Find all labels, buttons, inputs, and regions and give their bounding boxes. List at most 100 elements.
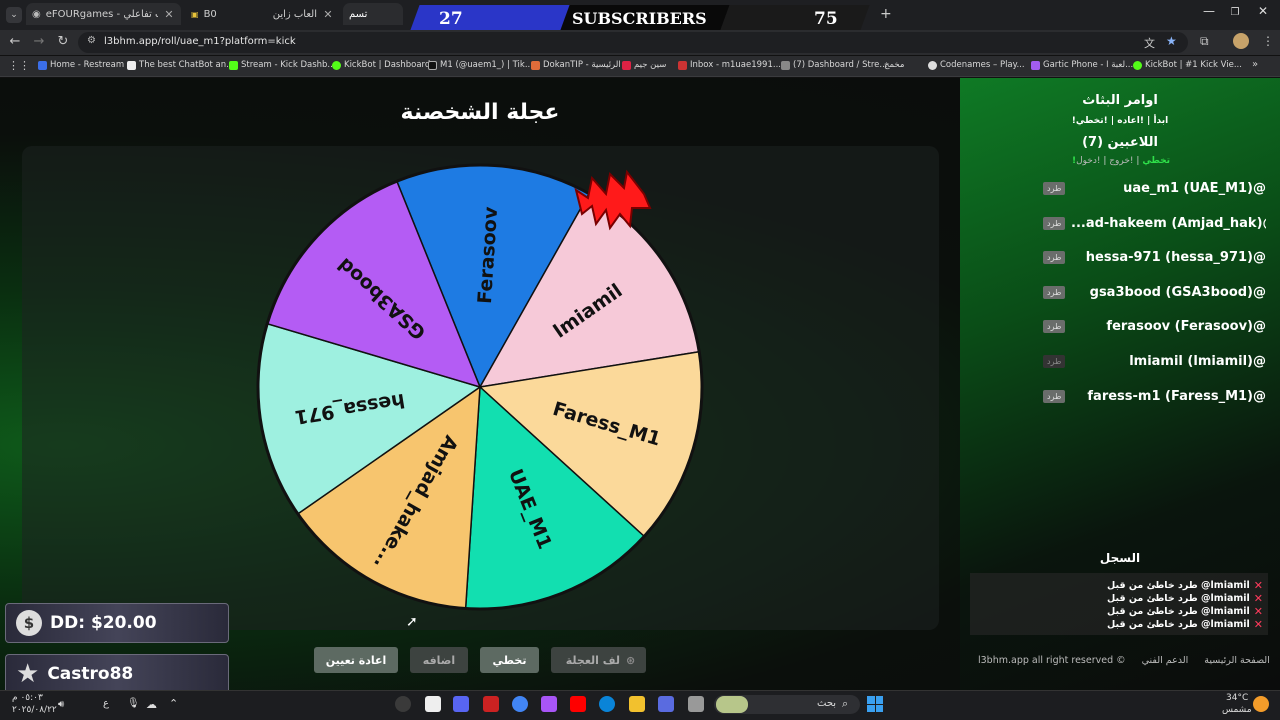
language-indicator[interactable]: ع (103, 698, 109, 709)
bookmark-seen-jeem[interactable]: سين جيم (622, 60, 666, 70)
chrome-icon[interactable] (512, 696, 528, 712)
top-supporter-card: ★ Castro88 (5, 654, 229, 694)
back-icon[interactable]: ← (6, 34, 24, 49)
task-view-icon[interactable] (688, 696, 704, 712)
kick-button[interactable]: طرد (1043, 389, 1066, 403)
money-bag-icon: $ (16, 610, 42, 636)
url-text[interactable]: l3bhm.app/roll/uae_m1?platform=kick (104, 36, 296, 47)
kick-button[interactable]: طرد (1043, 250, 1066, 264)
donation-card: $ DD: $20.00 (5, 603, 229, 643)
bookmark-kickbot-viewers[interactable]: KickBot | #1 Kick Vie... (1133, 60, 1242, 70)
kick-button[interactable]: طرد (1043, 181, 1066, 195)
discord-icon[interactable] (453, 696, 469, 712)
volume-icon[interactable]: 🔊︎ (58, 699, 64, 710)
store-icon[interactable] (658, 696, 674, 712)
bookmark-star-icon[interactable]: ★ (1166, 34, 1177, 48)
tab-active[interactable]: تسم (343, 3, 403, 25)
player-row: طرد uae_m1 (UAE_M1)@ (1043, 179, 1266, 197)
close-icon[interactable]: ✕ (163, 8, 175, 21)
cloud-icon[interactable]: ☁ (146, 698, 157, 711)
footer-home-link[interactable]: الصفحة الرئيسية (1204, 655, 1270, 666)
extensions-icon[interactable]: ⧉ (1200, 34, 1209, 49)
reload-icon[interactable]: ↻ (54, 34, 72, 49)
log-entry: طرد خاطئ من قبل @lmiamil ✕ (1107, 592, 1263, 605)
footer-support-link[interactable]: الدعم الفني (1142, 655, 1189, 666)
tab-efourgames[interactable]: ◉ eFOURgames - تابع ألعاب تفاعلي ✕ (26, 3, 181, 25)
site-info-icon[interactable]: ⚙ (87, 35, 96, 46)
player-name: hessa-971 (hessa_971)@ (1085, 249, 1266, 265)
bookmark-inbox[interactable]: Inbox - m1uae1991... (678, 60, 781, 70)
tab-search-button[interactable]: ⌄ (6, 7, 22, 23)
file-explorer-icon[interactable] (629, 696, 645, 712)
skip-button[interactable]: تخطي (480, 647, 539, 673)
profile-avatar[interactable] (1233, 33, 1249, 49)
new-tab-button[interactable]: + (880, 6, 892, 22)
clock-time: ٠٥:٠٣ م (12, 693, 43, 703)
microphone-icon[interactable]: 🎙︎ (127, 698, 140, 709)
star-icon: ★ (16, 659, 40, 689)
spin-wheel[interactable]: FerasoovlmiamilFaress_M1UAE_M1Amjad_hake… (250, 160, 710, 620)
tab-title: العاب زاين (272, 8, 317, 20)
bookmark-stream-dashboard[interactable]: (7) Dashboard / Stre... (781, 60, 888, 70)
edge-icon[interactable] (599, 696, 615, 712)
obs-icon[interactable] (395, 696, 411, 712)
kick-button[interactable]: طرد (1043, 354, 1066, 368)
x-icon: ✕ (1253, 605, 1263, 618)
bookmark-codenames[interactable]: Codenames – Play... (928, 60, 1025, 70)
tab-zain-games[interactable]: العاب زاين ✕ (250, 3, 340, 25)
log-entry: طرد خاطئ من قبل @lmiamil ✕ (1107, 605, 1263, 618)
mail-icon (678, 60, 687, 70)
kickbot-icon (332, 60, 341, 70)
more-bookmarks-icon[interactable]: » (1252, 59, 1258, 70)
reset-button[interactable]: اعادة تعيين (314, 647, 398, 673)
kick-button[interactable]: طرد (1043, 285, 1066, 299)
top-supporter-name: Castro88 (47, 664, 134, 684)
kick-button[interactable]: طرد (1043, 319, 1066, 333)
favicon-icon: ▣ (191, 9, 199, 19)
apps-grid-icon[interactable]: ⋮⋮ (8, 59, 30, 72)
player-row: طرد faress-m1 (Faress_M1)@ (1043, 387, 1266, 405)
bookmark-mukhmukh[interactable]: مخمخ (884, 60, 904, 70)
menu-icon[interactable]: ⋮ (1262, 34, 1274, 48)
bookmark-gartic-phone[interactable]: Gartic Phone - لعبة ا... (1031, 60, 1133, 70)
donation-text: DD: $20.00 (50, 613, 157, 633)
add-button[interactable]: اضافه (410, 647, 468, 673)
kick-button[interactable]: طرد (1043, 216, 1066, 230)
app-icon[interactable] (483, 696, 499, 712)
subscribers-label: SUBSCRIBERS (572, 9, 707, 28)
maximize-icon[interactable]: ❐ (1222, 7, 1248, 18)
kickbot-icon (1133, 60, 1142, 70)
kick-icon (229, 60, 238, 70)
minimize-icon[interactable]: — (1196, 4, 1222, 18)
close-icon[interactable]: ✕ (322, 8, 334, 21)
copilot-icon[interactable] (541, 696, 557, 712)
dokantip-icon (531, 60, 540, 70)
footer-rights: l3bhm.app all right reserved © (978, 655, 1126, 666)
close-window-icon[interactable]: ✕ (1250, 4, 1276, 18)
start-button[interactable] (867, 696, 883, 712)
bookmark-tiktok[interactable]: M1 (@uaem1_) | Tik... (428, 60, 533, 70)
translate-icon[interactable]: 文 (1144, 35, 1155, 51)
commands-title: اوامر البثاث (1082, 93, 1158, 108)
chevron-up-icon[interactable]: ⌃ (169, 697, 178, 710)
dashboard-icon (781, 60, 790, 70)
spin-wheel-button[interactable]: لف العجلة ⊛ (551, 647, 646, 673)
player-name: ferasoov (Ferasoov)@ (1106, 318, 1266, 334)
forward-icon[interactable]: → (30, 34, 48, 49)
bookmark-kick-dashboard[interactable]: Stream - Kick Dashb... (229, 60, 336, 70)
log-title: السجل (1099, 551, 1141, 565)
bookmark-kickbot[interactable]: KickBot | Dashboard (332, 60, 430, 70)
page-title: عجلة الشخصنة (400, 100, 560, 125)
footer: l3bhm.app all right reserved © الدعم الف… (978, 655, 1270, 666)
tab-title: eFOURgames - تابع ألعاب تفاعلي (45, 8, 158, 20)
bookmark-dokantip[interactable]: DokanTIP - الرئيسية (531, 60, 621, 70)
subscribers-banner-right (720, 5, 870, 30)
bookmark-restream[interactable]: Home - Restream (38, 60, 124, 70)
codenames-icon (928, 60, 937, 70)
youtube-icon[interactable] (570, 696, 586, 712)
camera-app-icon[interactable] (425, 696, 441, 712)
bookmark-chatbot[interactable]: The best ChatBot an... (127, 60, 234, 70)
player-row: طرد hessa-971 (hessa_971)@ (1043, 248, 1266, 266)
subscribers-banner-left (410, 5, 585, 30)
subscriber-count-right: 75 (814, 9, 838, 29)
